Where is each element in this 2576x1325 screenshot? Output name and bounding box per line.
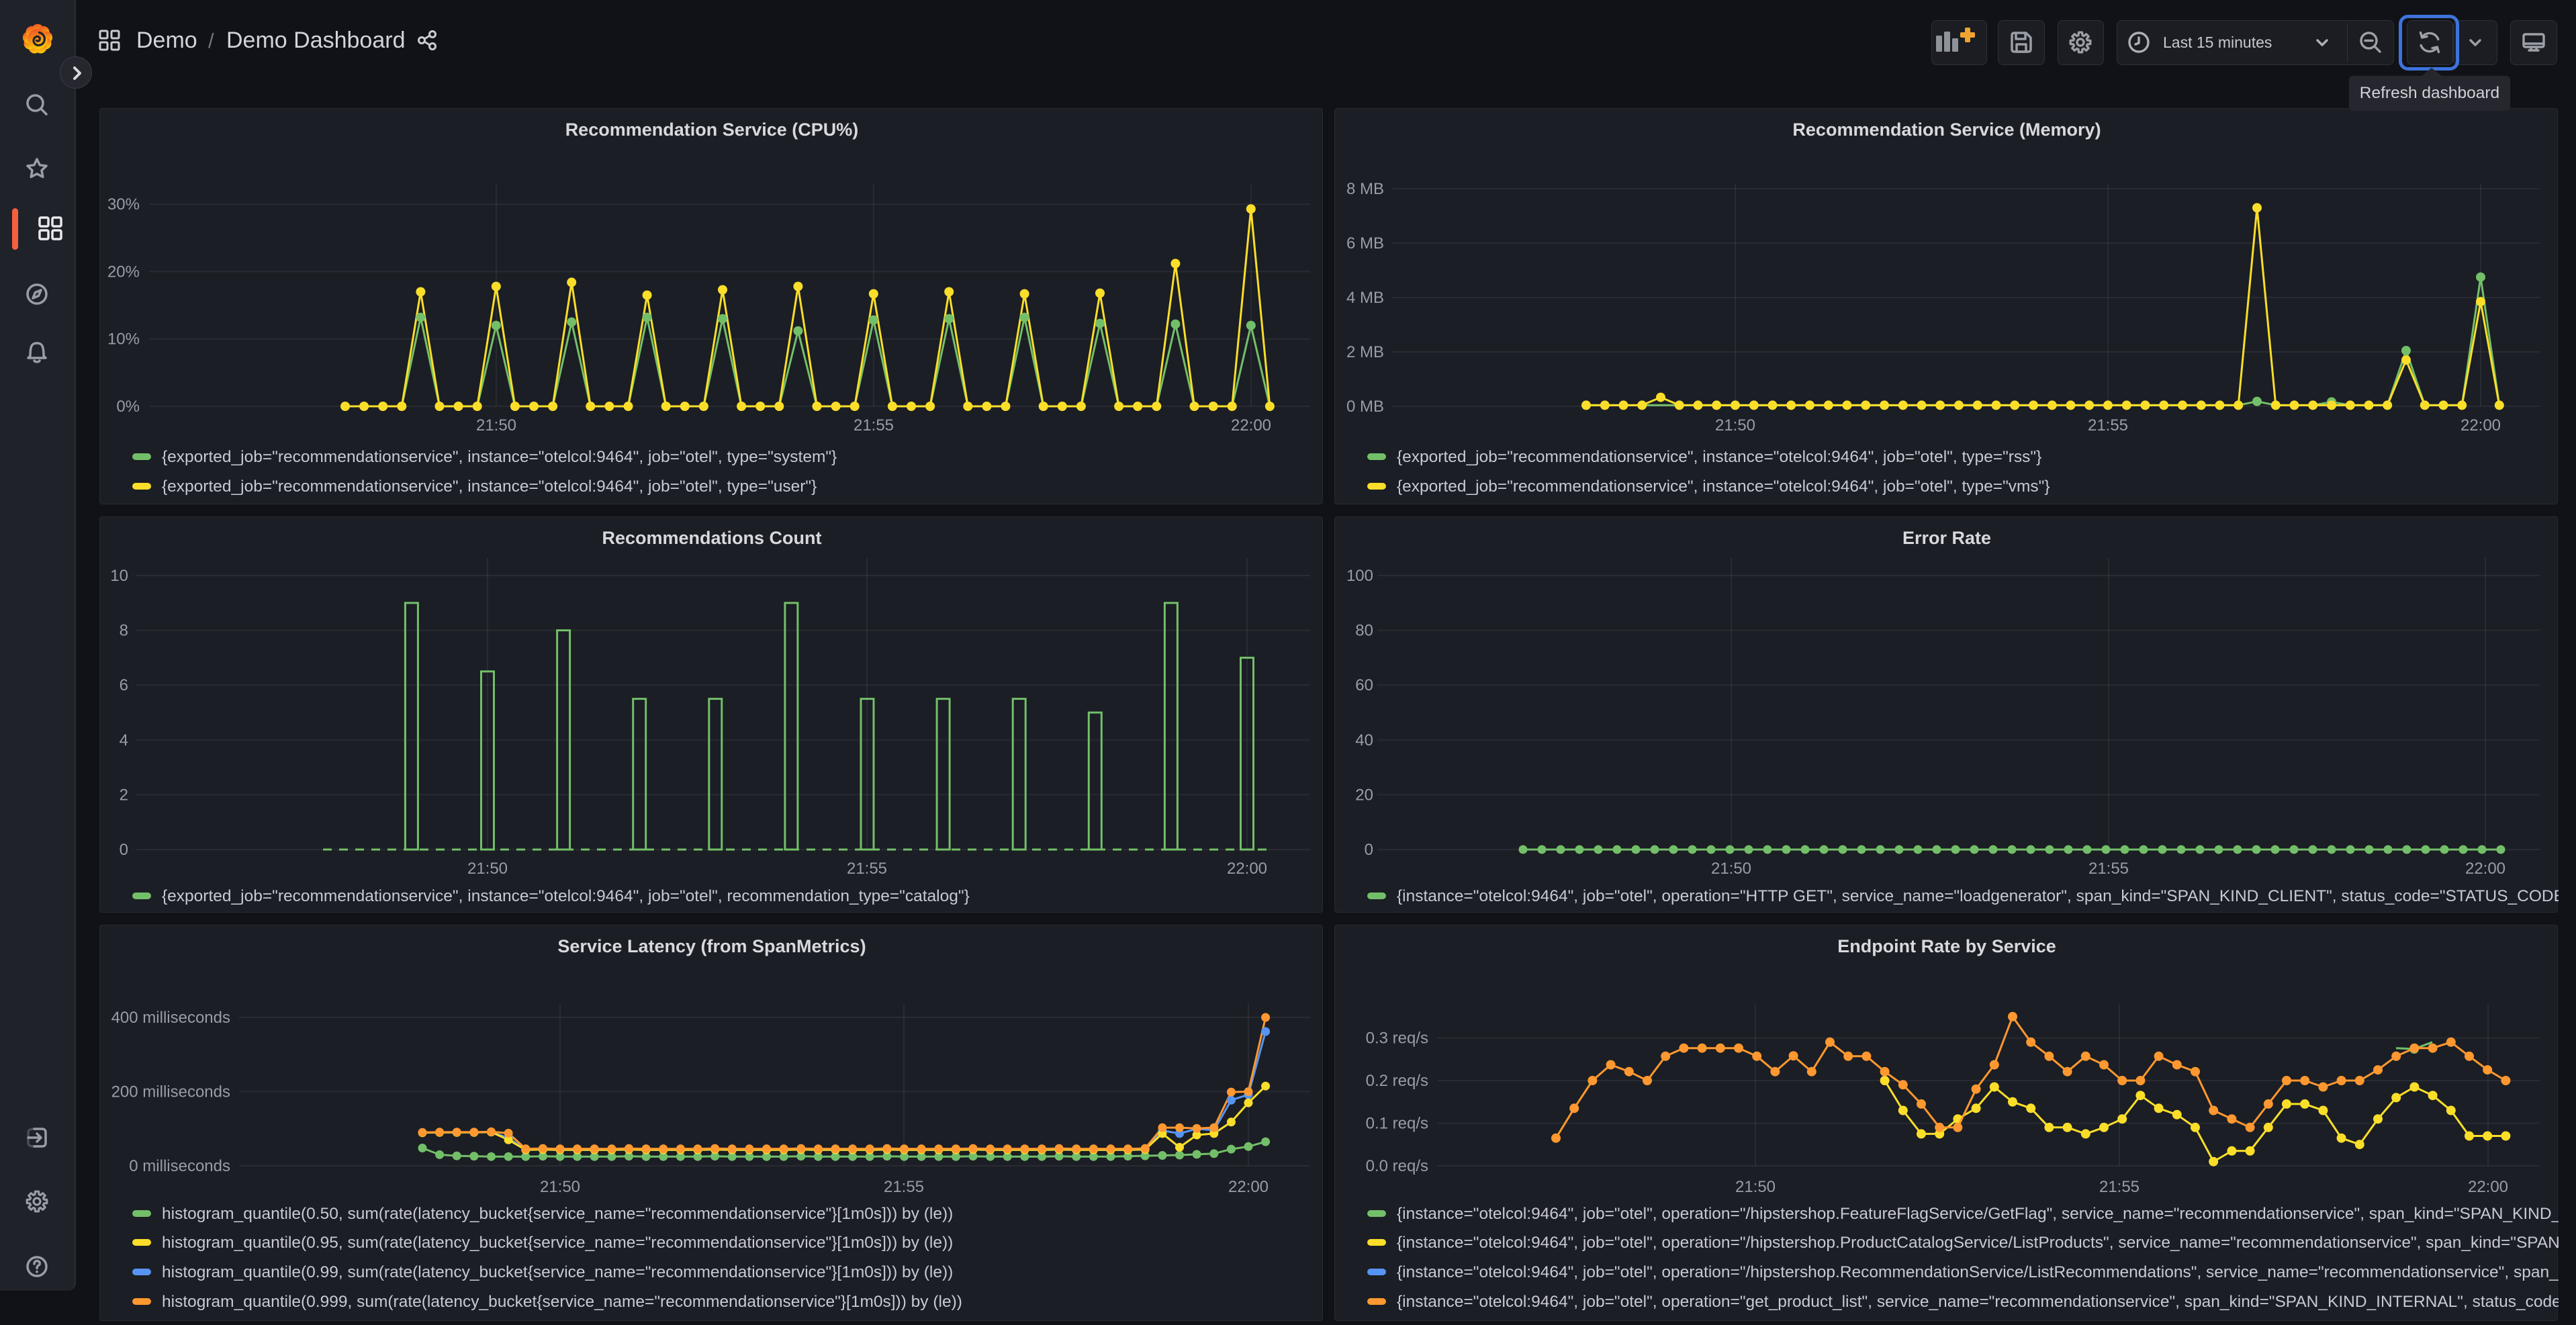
svg-text:22:00: 22:00 <box>2460 416 2501 435</box>
svg-text:60: 60 <box>1355 676 1373 694</box>
svg-text:80: 80 <box>1355 622 1373 640</box>
svg-text:6 MB: 6 MB <box>1346 234 1384 253</box>
svg-text:21:50: 21:50 <box>476 416 516 435</box>
svg-text:8 MB: 8 MB <box>1346 180 1384 198</box>
svg-text:400 milliseconds: 400 milliseconds <box>111 1009 230 1027</box>
svg-text:21:50: 21:50 <box>1711 860 1751 878</box>
svg-text:0 milliseconds: 0 milliseconds <box>129 1157 230 1175</box>
svg-text:22:00: 22:00 <box>2465 860 2505 878</box>
svg-text:21:55: 21:55 <box>884 1178 924 1196</box>
svg-text:21:50: 21:50 <box>1735 1178 1776 1196</box>
svg-text:21:50: 21:50 <box>467 860 508 878</box>
svg-text:0%: 0% <box>116 398 140 416</box>
svg-text:0.2 req/s: 0.2 req/s <box>1366 1072 1428 1090</box>
svg-text:21:55: 21:55 <box>2088 860 2129 878</box>
svg-text:30%: 30% <box>107 195 140 214</box>
svg-text:20%: 20% <box>107 263 140 281</box>
svg-text:Endpoint Rate by Service: Endpoint Rate by Service <box>1837 936 2056 956</box>
svg-text:Last 15 minutes: Last 15 minutes <box>2163 34 2272 51</box>
svg-text:histogram_quantile(0.99, sum(r: histogram_quantile(0.99, sum(rate(latenc… <box>162 1263 953 1281</box>
svg-text:Recommendations Count: Recommendations Count <box>602 528 821 548</box>
svg-text:Service Latency (from SpanMetr: Service Latency (from SpanMetrics) <box>557 936 866 956</box>
svg-text:{exported_job="recommendations: {exported_job="recommendationservice", i… <box>1397 448 2041 466</box>
svg-text:21:55: 21:55 <box>2088 416 2128 435</box>
svg-text:0.1 req/s: 0.1 req/s <box>1366 1115 1428 1133</box>
svg-text:0.3 req/s: 0.3 req/s <box>1366 1030 1428 1048</box>
svg-text:Recommendation Service (CPU%): Recommendation Service (CPU%) <box>565 120 859 140</box>
svg-text:10: 10 <box>110 567 128 585</box>
svg-text:{exported_job="recommendations: {exported_job="recommendationservice", i… <box>162 477 817 496</box>
svg-text:{instance="otelcol:9464", job=: {instance="otelcol:9464", job="otel", op… <box>1397 1205 2559 1223</box>
svg-text:histogram_quantile(0.95, sum(r: histogram_quantile(0.95, sum(rate(latenc… <box>162 1234 953 1252</box>
svg-text:{instance="otelcol:9464", job=: {instance="otelcol:9464", job="otel", op… <box>1397 1263 2559 1281</box>
svg-text:0: 0 <box>1365 841 1373 859</box>
svg-text:200 milliseconds: 200 milliseconds <box>111 1083 230 1101</box>
svg-text:100: 100 <box>1346 567 1373 585</box>
svg-text:21:50: 21:50 <box>1715 416 1755 435</box>
svg-text:{instance="otelcol:9464", job=: {instance="otelcol:9464", job="otel", op… <box>1397 1234 2559 1252</box>
svg-text:0.0 req/s: 0.0 req/s <box>1366 1157 1428 1175</box>
svg-text:0: 0 <box>120 841 128 859</box>
svg-text:2 MB: 2 MB <box>1346 343 1384 361</box>
svg-text:2: 2 <box>120 786 128 804</box>
svg-text:22:00: 22:00 <box>1231 416 1271 435</box>
svg-text:22:00: 22:00 <box>2468 1178 2508 1196</box>
svg-text:6: 6 <box>120 676 128 694</box>
svg-text:21:50: 21:50 <box>540 1178 580 1196</box>
svg-text:20: 20 <box>1355 786 1373 804</box>
svg-text:4 MB: 4 MB <box>1346 289 1384 307</box>
svg-text:Recommendation Service (Memory: Recommendation Service (Memory) <box>1792 120 2101 140</box>
svg-text:10%: 10% <box>107 330 140 349</box>
svg-text:histogram_quantile(0.50, sum(r: histogram_quantile(0.50, sum(rate(latenc… <box>162 1205 953 1223</box>
svg-text:{exported_job="recommendations: {exported_job="recommendationservice", i… <box>162 887 970 905</box>
svg-text:8: 8 <box>120 622 128 640</box>
svg-text:{exported_job="recommendations: {exported_job="recommendationservice", i… <box>1397 477 2050 496</box>
svg-text:0 MB: 0 MB <box>1346 398 1384 416</box>
svg-text:40: 40 <box>1355 731 1373 749</box>
svg-text:21:55: 21:55 <box>847 860 887 878</box>
svg-text:Error Rate: Error Rate <box>1902 528 1991 548</box>
svg-text:21:55: 21:55 <box>2099 1178 2140 1196</box>
svg-text:{exported_job="recommendations: {exported_job="recommendationservice", i… <box>162 448 837 466</box>
svg-text:22:00: 22:00 <box>1227 860 1267 878</box>
svg-text:21:55: 21:55 <box>854 416 894 435</box>
svg-text:4: 4 <box>120 731 128 749</box>
svg-text:{instance="otelcol:9464", job=: {instance="otelcol:9464", job="otel", op… <box>1397 887 2559 905</box>
svg-text:22:00: 22:00 <box>1228 1178 1269 1196</box>
